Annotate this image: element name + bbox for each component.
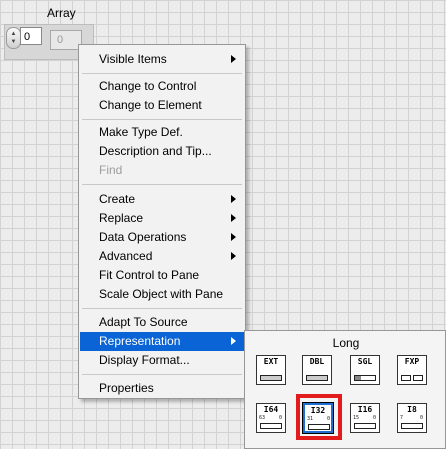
menu-item-change-to-control[interactable]: Change to Control [80,77,244,96]
submenu-arrow-icon [231,214,236,222]
tile-field-icon [260,423,282,429]
tile-field-icon [401,423,423,429]
tile-field-icon [260,375,282,381]
representation-i16-tile[interactable]: I16 15 0 [350,403,380,433]
menu-item-label: Make Type Def. [99,125,183,139]
index-spinner[interactable]: ▲ ▼ [6,27,21,49]
tile-code: I64 [263,405,279,414]
menu-item-properties[interactable]: Properties [80,379,244,398]
tile-range-low-bit: 0 [419,415,423,421]
menu-item-create[interactable]: Create [80,190,244,209]
tile-field-icon [354,423,376,429]
menu-item-label: Fit Control to Pane [99,268,200,282]
menu-item-find: Find [80,161,244,180]
highlight-annotation [296,394,342,440]
tile-range-high-bit: 15 [353,415,360,421]
menu-item-change-to-element[interactable]: Change to Element [80,96,244,115]
menu-separator [82,308,242,309]
menu-item-label: Create [99,192,136,206]
menu-item-label: Data Operations [99,230,187,244]
array-label: Array [47,6,76,20]
tile-code: I16 [357,405,373,414]
tile-range-high-bit: 63 [259,415,266,421]
menu-item-label: Find [99,163,123,177]
menu-item-fit-control-to-pane[interactable]: Fit Control to Pane [80,266,244,285]
tile-field-icon [413,375,423,381]
array-index-input[interactable]: 0 [20,27,42,45]
tile-range: 70 [400,415,423,421]
tile-code: I8 [407,405,417,414]
spinner-down-icon[interactable]: ▼ [11,38,17,46]
tile-code: DBL [309,357,325,366]
menu-item-label: Advanced [99,249,153,263]
menu-item-label: Visible Items [99,52,167,66]
tile-field-icon [306,375,328,381]
menu-separator [82,374,242,375]
tile-range-high-bit: 7 [400,415,404,421]
submenu-arrow-icon [231,337,236,345]
tile-range: 15 0 [353,415,376,421]
tile-code: EXT [263,357,279,366]
menu-item-label: Replace [99,211,144,225]
menu-separator [82,119,242,120]
representation-fxp-tile[interactable]: FXP [397,355,427,385]
representation-ext-tile[interactable]: EXT [256,355,286,385]
tile-field-icon [354,375,376,381]
menu-item-description-and-tip[interactable]: Description and Tip... [80,142,244,161]
submenu-arrow-icon [231,233,236,241]
representation-palette: Long EXT DBL SGL FXP I64 63 0 I32 31 0 I16… [244,330,446,449]
menu-item-label: Properties [99,381,154,395]
context-menu: Visible Items Change to Control Change t… [78,44,246,399]
menu-item-label: Change to Element [99,98,202,112]
tile-field-icon [401,375,411,381]
submenu-arrow-icon [231,55,236,63]
menu-item-scale-object-with-pane[interactable]: Scale Object with Pane [80,285,244,304]
tile-code: FXP [404,357,420,366]
menu-item-label: Change to Control [99,79,197,93]
spinner-up-icon[interactable]: ▲ [11,30,17,38]
menu-item-data-operations[interactable]: Data Operations [80,228,244,247]
representation-i64-tile[interactable]: I64 63 0 [256,403,286,433]
menu-item-make-type-def[interactable]: Make Type Def. [80,123,244,142]
menu-item-representation[interactable]: Representation [80,332,244,351]
menu-item-visible-items[interactable]: Visible Items [80,50,244,69]
menu-item-label: Description and Tip... [99,144,212,158]
palette-title: Long [332,336,360,350]
submenu-arrow-icon [231,252,236,260]
menu-item-adapt-to-source[interactable]: Adapt To Source [80,313,244,332]
tile-code: SGL [357,357,373,366]
menu-separator [82,184,242,185]
tile-range-low-bit: 0 [372,415,376,421]
tile-range-low-bit: 0 [278,415,282,421]
submenu-arrow-icon [231,195,236,203]
menu-item-replace[interactable]: Replace [80,209,244,228]
menu-item-label: Scale Object with Pane [99,287,224,301]
menu-item-display-format[interactable]: Display Format... [80,351,244,370]
menu-item-label: Adapt To Source [99,315,188,329]
menu-separator [82,73,242,74]
menu-item-label: Representation [99,334,181,348]
representation-sgl-tile[interactable]: SGL [350,355,380,385]
menu-item-advanced[interactable]: Advanced [80,247,244,266]
menu-item-label: Display Format... [99,353,190,367]
representation-dbl-tile[interactable]: DBL [302,355,332,385]
representation-i8-tile[interactable]: I8 70 [397,403,427,433]
tile-range: 63 0 [259,415,282,421]
